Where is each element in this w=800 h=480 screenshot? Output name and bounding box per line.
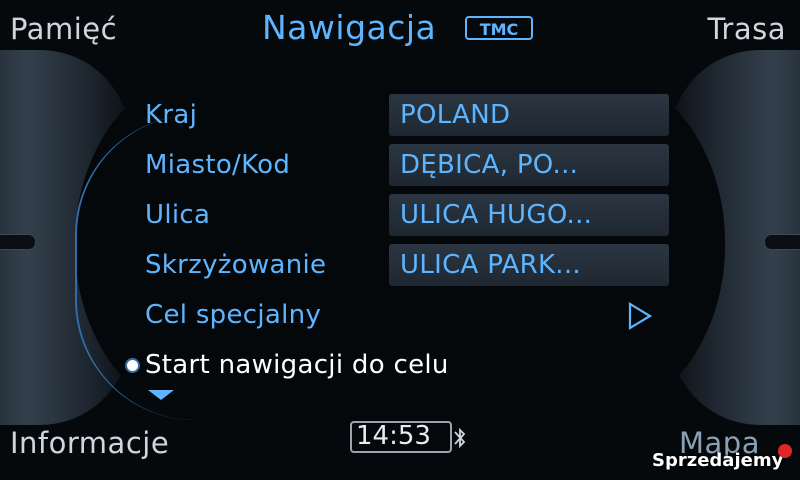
watermark: Sprzedajemy xyxy=(652,450,784,471)
bluetooth-icon xyxy=(454,427,466,449)
selection-indicator xyxy=(125,358,140,373)
street-value: ULICA HUGO... xyxy=(400,200,593,230)
city-value: DĘBICA, PO... xyxy=(400,150,579,180)
information-softkey[interactable]: Informacje xyxy=(10,426,169,460)
special-destination-item[interactable]: Cel specjalny xyxy=(145,300,321,330)
memory-softkey[interactable]: Pamięć xyxy=(10,12,117,46)
left-bezel-notch xyxy=(0,234,36,250)
country-label[interactable]: Kraj xyxy=(145,100,197,130)
country-value: POLAND xyxy=(400,100,511,130)
street-label[interactable]: Ulica xyxy=(145,200,210,230)
intersection-value: ULICA PARK... xyxy=(400,250,581,280)
tmc-badge: TMC xyxy=(465,16,533,40)
watermark-dot xyxy=(778,444,792,458)
start-navigation-item[interactable]: Start nawigacji do celu xyxy=(145,350,449,380)
chevron-down-icon xyxy=(148,390,174,400)
page-title: Nawigacja xyxy=(262,8,437,47)
intersection-label[interactable]: Skrzyżowanie xyxy=(145,250,326,280)
city-label[interactable]: Miasto/Kod xyxy=(145,150,290,180)
right-bezel-notch xyxy=(764,234,800,250)
route-softkey[interactable]: Trasa xyxy=(707,12,786,46)
clock-time: 14:53 xyxy=(356,421,431,451)
play-icon[interactable] xyxy=(627,302,653,330)
